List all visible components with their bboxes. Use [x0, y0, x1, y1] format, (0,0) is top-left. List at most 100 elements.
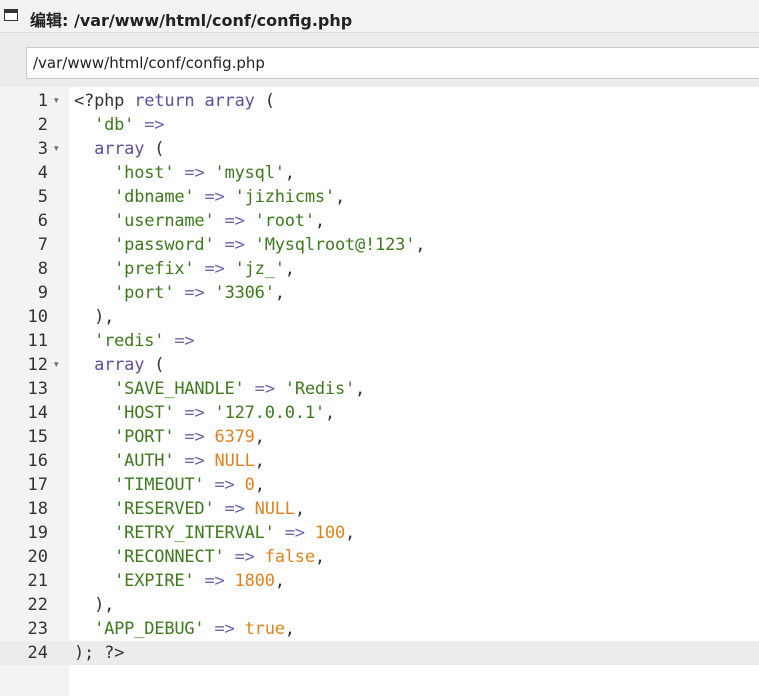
code-line[interactable]: 8 'prefix' => 'jz_', — [0, 257, 759, 281]
code-token: false — [264, 547, 315, 567]
code-line[interactable]: 19 'RETRY_INTERVAL' => 100, — [0, 521, 759, 545]
code-token: array — [94, 139, 145, 159]
line-number: 23 — [27, 619, 48, 639]
code-token: => — [224, 211, 245, 231]
code-line[interactable]: 16 'AUTH' => NULL, — [0, 449, 759, 473]
code-line[interactable]: 11 'redis' => — [0, 329, 759, 353]
fold-arrow-icon[interactable]: ▾ — [54, 137, 59, 161]
code-token: => — [214, 475, 235, 495]
code-token: , — [254, 427, 265, 447]
line-number: 5 — [37, 187, 48, 207]
code-line[interactable]: 3 ▾ array ( — [0, 137, 759, 161]
code-token: , — [324, 403, 335, 423]
code-token: , — [254, 475, 265, 495]
code-line[interactable]: 13 'SAVE_HANDLE' => 'Redis', — [0, 377, 759, 401]
line-number: 17 — [27, 475, 48, 495]
code-token: => — [284, 523, 305, 543]
code-line[interactable]: 15 'PORT' => 6379, — [0, 425, 759, 449]
code-line[interactable]: 4 'host' => 'mysql', — [0, 161, 759, 185]
line-number: 19 — [27, 523, 48, 543]
code-token: 'HOST' — [114, 403, 175, 423]
code-line[interactable]: 14 'HOST' => '127.0.0.1', — [0, 401, 759, 425]
code-token: '127.0.0.1' — [214, 403, 326, 423]
code-line[interactable]: 24); ?> — [0, 641, 759, 665]
code-token: 'redis' — [94, 331, 165, 351]
code-token: => — [184, 163, 205, 183]
code-text: <?php return array ( — [74, 89, 275, 113]
code-token: => — [254, 379, 275, 399]
line-number: 13 — [27, 379, 48, 399]
code-token: , — [415, 235, 426, 255]
code-token: => — [184, 427, 205, 447]
file-path-input[interactable] — [26, 47, 759, 79]
code-editor[interactable]: 1 ▾ <?php return array (2 'db' => 3 ▾ array … — [0, 87, 759, 696]
code-token: 'APP_DEBUG' — [94, 619, 205, 639]
line-number: 18 — [27, 499, 48, 519]
line-number: 16 — [27, 451, 48, 471]
code-line[interactable]: 2 'db' => — [0, 113, 759, 137]
code-line[interactable]: 1 ▾ <?php return array ( — [0, 89, 759, 113]
code-line[interactable]: 20 'RECONNECT' => false, — [0, 545, 759, 569]
code-token: ), — [74, 595, 115, 615]
code-line[interactable]: 9 'port' => '3306', — [0, 281, 759, 305]
code-line[interactable]: 7 'password' => 'Mysqlroot@!123', — [0, 233, 759, 257]
code-token: true — [244, 619, 285, 639]
code-token: => — [204, 571, 225, 591]
code-line[interactable]: 10 ), — [0, 305, 759, 329]
code-token: => — [204, 259, 225, 279]
code-line[interactable]: 18 'RESERVED' => NULL, — [0, 497, 759, 521]
code-token: NULL — [254, 499, 295, 519]
line-number: 9 — [37, 283, 48, 303]
code-line[interactable]: 6 'username' => 'root', — [0, 209, 759, 233]
code-token: 'AUTH' — [114, 451, 175, 471]
code-line[interactable]: 22 ), — [0, 593, 759, 617]
code-token: 'TIMEOUT' — [114, 475, 205, 495]
window-title: 编辑: /var/www/html/conf/config.php — [30, 11, 353, 30]
line-number: 4 — [37, 163, 48, 183]
code-token: => — [144, 115, 165, 135]
fold-arrow-icon[interactable]: ▾ — [54, 353, 59, 377]
code-token: => — [224, 235, 245, 255]
line-number: 3 — [37, 139, 48, 159]
code-token: ( — [254, 91, 275, 111]
code-text: 'EXPIRE' => 1800, — [74, 569, 285, 593]
code-token: 'dbname' — [114, 187, 195, 207]
line-number: 12 — [27, 355, 48, 375]
code-text: 'host' => 'mysql', — [74, 161, 295, 185]
line-number: 8 — [37, 259, 48, 279]
code-token: , — [274, 571, 285, 591]
code-line[interactable]: 17 'TIMEOUT' => 0, — [0, 473, 759, 497]
line-number: 7 — [37, 235, 48, 255]
code-text: 'password' => 'Mysqlroot@!123', — [74, 233, 425, 257]
code-text: 'dbname' => 'jizhicms', — [74, 185, 345, 209]
code-line[interactable]: 12 ▾ array ( — [0, 353, 759, 377]
code-line[interactable]: 5 'dbname' => 'jizhicms', — [0, 185, 759, 209]
code-token: => — [224, 499, 245, 519]
fold-arrow-icon[interactable]: ▾ — [54, 89, 59, 113]
code-token: ( — [144, 139, 165, 159]
code-line[interactable]: 21 'EXPIRE' => 1800, — [0, 569, 759, 593]
code-line[interactable]: 23 'APP_DEBUG' => true, — [0, 617, 759, 641]
code-token: , — [254, 451, 265, 471]
code-text: ); ?> — [74, 641, 124, 665]
line-number: 20 — [27, 547, 48, 567]
